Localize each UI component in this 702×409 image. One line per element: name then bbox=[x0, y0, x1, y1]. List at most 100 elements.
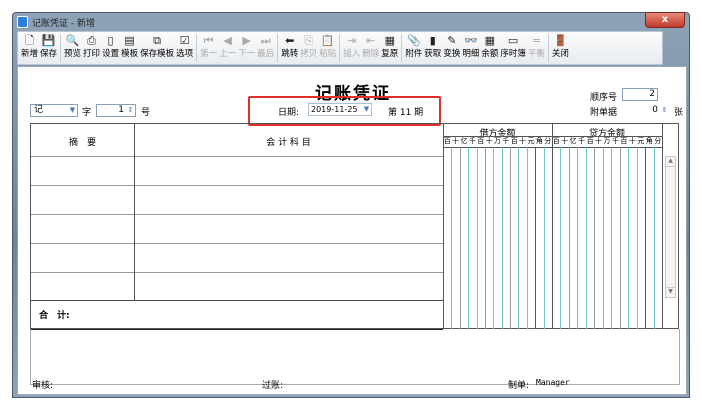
row-divider bbox=[31, 185, 443, 186]
vertical-scrollbar[interactable]: ▲ ▼ bbox=[665, 156, 676, 298]
spinner-icon[interactable]: ⇕ bbox=[126, 105, 135, 116]
column-divider bbox=[443, 124, 444, 329]
toolbar-separator bbox=[60, 34, 62, 62]
digit-label: 十 bbox=[485, 137, 493, 145]
seq-input[interactable]: 2 bbox=[622, 88, 658, 101]
toolbar-button-options[interactable]: ☑ 选项 bbox=[175, 32, 194, 64]
toolbar-button-paste[interactable]: 📋 粘贴 bbox=[318, 32, 337, 64]
row-divider bbox=[31, 156, 443, 157]
digit-label: 万 bbox=[603, 137, 611, 145]
digit-gridline bbox=[468, 147, 470, 329]
voucher-entries-table: 摘 要 会 计 科 目 借方金额 贷方金额 合 计: ▲ ▼ 百十亿千百十万千百… bbox=[30, 123, 679, 330]
spinner-icon[interactable]: ⇕ bbox=[660, 105, 669, 116]
toolbar-button-label: 跳转 bbox=[281, 49, 299, 59]
toolbar-button-attachment[interactable]: 📎 附件 bbox=[404, 32, 423, 64]
toolbar-button-last[interactable]: ⏭ 最后 bbox=[256, 32, 275, 64]
attach-input[interactable]: 0 ⇕ bbox=[622, 104, 670, 117]
digit-label: 百 bbox=[620, 137, 628, 145]
digit-gridline bbox=[577, 147, 579, 329]
toolbar-button-label: 第一 bbox=[200, 49, 218, 59]
number-label: 号 bbox=[141, 108, 151, 118]
toolbar-button-transform[interactable]: ✎ 变换 bbox=[442, 32, 461, 64]
toolbar-button-equal[interactable]: = 平衡 bbox=[527, 32, 546, 64]
digit-label: 百 bbox=[443, 137, 451, 145]
digit-label: 千 bbox=[502, 137, 510, 145]
chevron-down-icon[interactable]: ▼ bbox=[362, 104, 371, 115]
digit-label: 十 bbox=[561, 137, 569, 145]
attach-unit: 张 bbox=[674, 108, 684, 118]
chevron-down-icon[interactable]: ▼ bbox=[68, 105, 77, 116]
save-icon: 💾 bbox=[41, 34, 56, 47]
digit-label: 百 bbox=[510, 137, 518, 145]
options-icon: ☑ bbox=[179, 34, 190, 47]
toolbar-button-restore[interactable]: ▦ 复原 bbox=[380, 32, 399, 64]
toolbar-button-label: 余额 bbox=[481, 49, 499, 59]
date-picker[interactable]: 2019-11-25 ▼ bbox=[308, 103, 372, 116]
attach-label: 附单据 bbox=[590, 108, 618, 118]
voucher-form: 记账凭证 记 ▼ 字 1 ⇕ 号 日期: 2019-11-25 ▼ 第 11 期… bbox=[17, 66, 687, 395]
toolbar-button-label: 最后 bbox=[257, 49, 275, 59]
digit-gridline bbox=[602, 147, 604, 329]
jump-icon: ⬅ bbox=[285, 34, 295, 47]
save-template-icon: ⧉ bbox=[153, 34, 162, 47]
paste-icon: 📋 bbox=[320, 34, 335, 47]
maker-label: 制单: bbox=[508, 381, 530, 391]
first-icon: ⏮ bbox=[203, 34, 214, 47]
column-divider bbox=[662, 124, 663, 329]
toolbar-button-balance[interactable]: ▦ 余额 bbox=[480, 32, 499, 64]
toolbar-button-save[interactable]: 💾 保存 bbox=[39, 32, 58, 64]
toolbar-button-delete[interactable]: ⇤ 删除 bbox=[361, 32, 380, 64]
digit-gridline bbox=[484, 147, 486, 329]
toolbar-button-journal[interactable]: ▭ 序时簿 bbox=[499, 32, 527, 64]
digit-label: 十 bbox=[519, 137, 527, 145]
toolbar-button-label: 设置 bbox=[102, 49, 120, 59]
total-label: 合 计: bbox=[39, 311, 70, 321]
row-divider bbox=[31, 300, 443, 301]
digit-gridline bbox=[645, 147, 647, 329]
digit-label: 万 bbox=[493, 137, 501, 145]
row-divider bbox=[31, 214, 443, 215]
toolbar-button-first[interactable]: ⏮ 第一 bbox=[199, 32, 218, 64]
toolbar-button-preview[interactable]: 🔍 预览 bbox=[63, 32, 82, 64]
toolbar-button-print[interactable]: ⎙ 打印 bbox=[82, 32, 101, 64]
post-label: 过账: bbox=[262, 381, 284, 391]
row-divider bbox=[31, 272, 443, 273]
preview-icon: 🔍 bbox=[65, 34, 80, 47]
toolbar-button-label: 序时簿 bbox=[500, 49, 526, 59]
digit-gridline bbox=[653, 147, 655, 329]
toolbar-button-new[interactable]: 🗋 新增 bbox=[20, 32, 39, 64]
toolbar-button-label: 预览 bbox=[64, 49, 82, 59]
toolbar-button-copy[interactable]: ⎘ 拷贝 bbox=[299, 32, 318, 64]
voucher-number-input[interactable]: 1 ⇕ bbox=[96, 104, 136, 117]
scroll-down-icon[interactable]: ▼ bbox=[666, 287, 675, 297]
period-label: 第 11 期 bbox=[388, 108, 424, 118]
print-icon: ⎙ bbox=[87, 34, 96, 47]
toolbar-button-template[interactable]: ▤ 模板 bbox=[120, 32, 139, 64]
digit-label: 角 bbox=[645, 137, 653, 145]
digit-gridline bbox=[493, 147, 495, 329]
toolbar-button-label: 删除 bbox=[362, 49, 380, 59]
toolbar-separator bbox=[339, 34, 341, 62]
toolbar-button-next[interactable]: ▶ 下一 bbox=[237, 32, 256, 64]
journal-icon: ▭ bbox=[507, 34, 519, 47]
toolbar-button-fetch[interactable]: ▮ 获取 bbox=[423, 32, 442, 64]
digit-label: 十 bbox=[628, 137, 636, 145]
toolbar-button-label: 拷贝 bbox=[300, 49, 318, 59]
toolbar-button-save-template[interactable]: ⧉ 保存模板 bbox=[139, 32, 175, 64]
scroll-up-icon[interactable]: ▲ bbox=[666, 157, 675, 167]
equal-icon: = bbox=[531, 34, 541, 47]
toolbar-button-prev[interactable]: ◀ 上一 bbox=[218, 32, 237, 64]
close-button[interactable]: x bbox=[645, 12, 685, 28]
toolbar-separator bbox=[277, 34, 279, 62]
toolbar-button-close-door[interactable]: 🚪 关闭 bbox=[551, 32, 570, 64]
toolbar-button-insert[interactable]: ⇥ 插入 bbox=[342, 32, 361, 64]
toolbar-button-label: 变换 bbox=[443, 49, 461, 59]
toolbar-button-detail[interactable]: 👓 明细 bbox=[461, 32, 480, 64]
toolbar-button-jump[interactable]: ⬅ 跳转 bbox=[280, 32, 299, 64]
header-summary: 摘 要 bbox=[68, 138, 96, 148]
digit-label: 亿 bbox=[569, 137, 577, 145]
digit-label: 亿 bbox=[460, 137, 468, 145]
voucher-word-select[interactable]: 记 ▼ bbox=[30, 104, 78, 117]
toolbar-button-settings[interactable]: ▯ 设置 bbox=[101, 32, 120, 64]
insert-icon: ⇥ bbox=[347, 34, 357, 47]
